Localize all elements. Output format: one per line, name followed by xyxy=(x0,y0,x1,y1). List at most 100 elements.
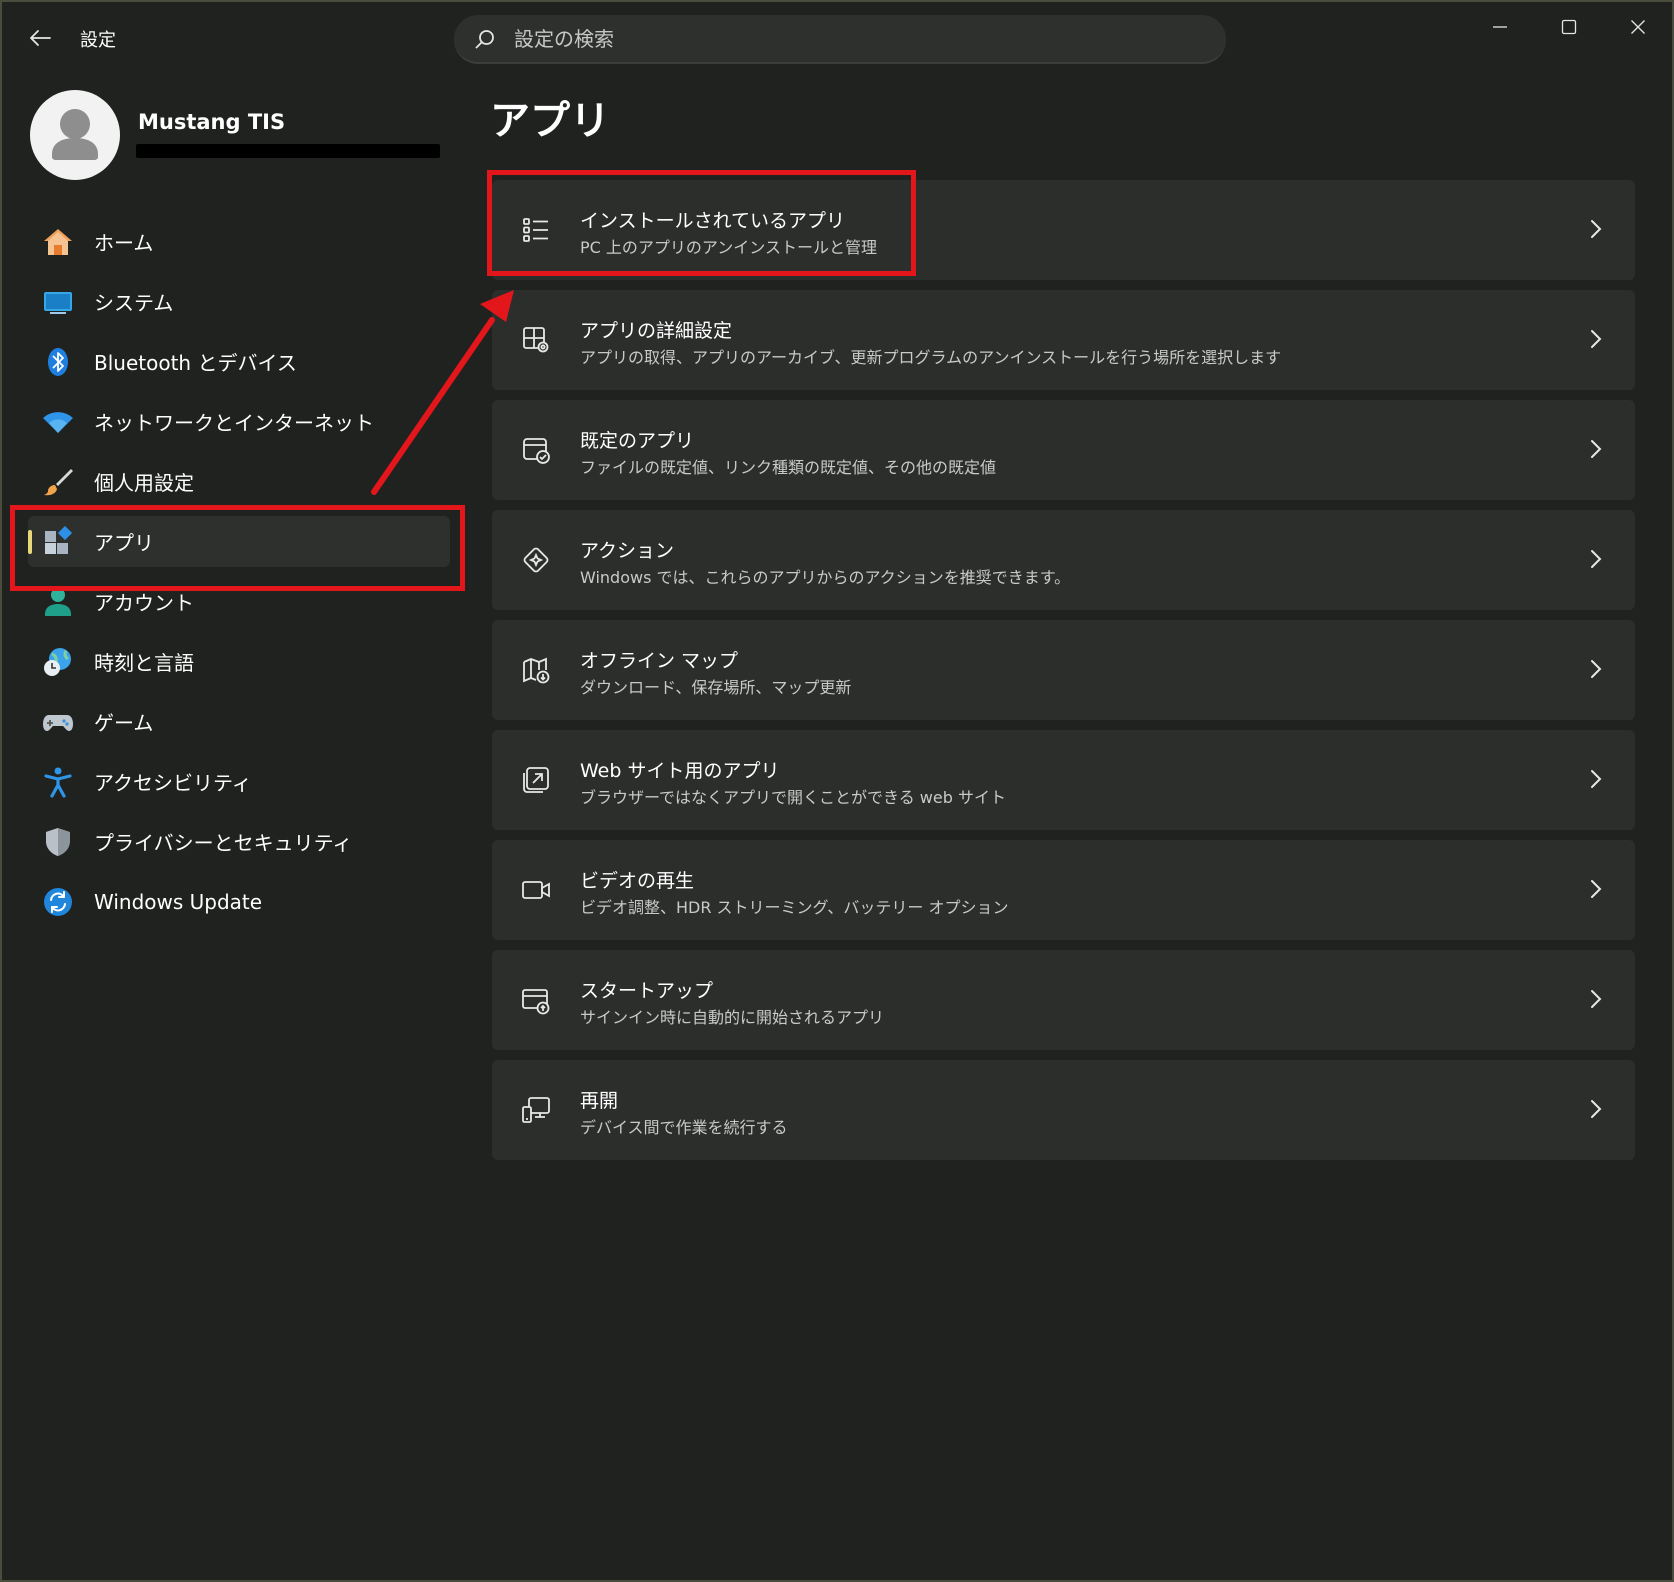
card-subtitle: PC 上のアプリのアンインストールと管理 xyxy=(580,238,877,257)
sidebar-item-privacy[interactable]: プライバシーとセキュリティ xyxy=(28,816,450,867)
bluetooth-icon xyxy=(42,346,74,378)
apps-icon xyxy=(42,525,74,558)
video-icon xyxy=(518,872,554,908)
chevron-right-icon xyxy=(1583,546,1609,572)
sidebar-item-label: 個人用設定 xyxy=(94,471,194,495)
chevron-right-icon xyxy=(1583,766,1609,792)
sidebar-item-network[interactable]: ネットワークとインターネット xyxy=(28,396,450,447)
maximize-button[interactable] xyxy=(1541,10,1597,44)
sidebar-item-label: ネットワークとインターネット xyxy=(94,411,374,435)
search-box[interactable] xyxy=(454,15,1226,64)
sidebar-item-label: Bluetooth とデバイス xyxy=(94,351,297,375)
card-installed-apps[interactable]: インストールされているアプリ PC 上のアプリのアンインストールと管理 xyxy=(492,180,1635,280)
sidebar-item-accounts[interactable]: アカウント xyxy=(28,576,450,627)
card-subtitle: アプリの取得、アプリのアーカイブ、更新プログラムのアンインストールを行う場所を選… xyxy=(580,348,1282,367)
sidebar-item-label: プライバシーとセキュリティ xyxy=(94,831,353,855)
shield-icon xyxy=(42,826,74,858)
actions-icon xyxy=(518,542,554,578)
sidebar-nav: ホーム システム Bluetooth とデバイス ネットワークとインターネット … xyxy=(28,216,450,936)
card-subtitle: デバイス間で作業を続行する xyxy=(580,1118,788,1137)
card-title: ビデオの再生 xyxy=(580,870,695,892)
sidebar-item-accessibility[interactable]: アクセシビリティ xyxy=(28,756,450,807)
sidebar-item-label: アカウント xyxy=(94,591,194,615)
chevron-right-icon xyxy=(1583,216,1609,242)
chevron-right-icon xyxy=(1583,986,1609,1012)
back-button[interactable] xyxy=(24,22,56,54)
gamepad-icon xyxy=(42,706,74,738)
card-title: オフライン マップ xyxy=(580,650,739,672)
card-title: 再開 xyxy=(580,1090,619,1112)
sidebar-item-label: アプリ xyxy=(94,531,154,555)
search-icon xyxy=(472,26,498,52)
card-video-playback[interactable]: ビデオの再生 ビデオ調整、HDR ストリーミング、バッテリー オプション xyxy=(492,840,1635,940)
card-advanced-app-settings[interactable]: アプリの詳細設定 アプリの取得、アプリのアーカイブ、更新プログラムのアンインスト… xyxy=(492,290,1635,390)
list-icon xyxy=(518,212,554,248)
sidebar-item-time-language[interactable]: 時刻と言語 xyxy=(28,636,450,687)
sidebar-item-personalization[interactable]: 個人用設定 xyxy=(28,456,450,507)
sidebar-item-system[interactable]: システム xyxy=(28,276,450,327)
chevron-right-icon xyxy=(1583,876,1609,902)
minimize-button[interactable] xyxy=(1472,10,1528,44)
chevron-right-icon xyxy=(1583,656,1609,682)
page-title: アプリ xyxy=(490,98,610,144)
startup-icon xyxy=(518,982,554,1018)
card-title: スタートアップ xyxy=(580,980,714,1002)
map-icon xyxy=(518,652,554,688)
chevron-right-icon xyxy=(1583,326,1609,352)
person-icon xyxy=(52,109,98,160)
sidebar-item-label: 時刻と言語 xyxy=(94,651,194,675)
sidebar-item-bluetooth[interactable]: Bluetooth とデバイス xyxy=(28,336,450,387)
app-title: 設定 xyxy=(80,30,116,51)
system-icon xyxy=(42,286,74,318)
card-subtitle: ファイルの既定値、リンク種類の既定値、その他の既定値 xyxy=(580,458,997,477)
account-icon xyxy=(42,586,74,618)
sidebar-item-label: ゲーム xyxy=(94,711,154,735)
settings-window: 設定 Mustang TIS xyxy=(0,0,1674,1582)
card-title: インストールされているアプリ xyxy=(580,210,846,232)
card-default-apps[interactable]: 既定のアプリ ファイルの既定値、リンク種類の既定値、その他の既定値 xyxy=(492,400,1635,500)
card-subtitle: ビデオ調整、HDR ストリーミング、バッテリー オプション xyxy=(580,898,1009,917)
card-title: Web サイト用のアプリ xyxy=(580,760,780,782)
brush-icon xyxy=(42,466,74,498)
back-arrow-icon xyxy=(30,30,51,46)
wifi-icon xyxy=(42,406,74,438)
user-name: Mustang TIS xyxy=(138,110,286,134)
card-startup[interactable]: スタートアップ サインイン時に自動的に開始されるアプリ xyxy=(492,950,1635,1050)
sidebar-item-home[interactable]: ホーム xyxy=(28,216,450,267)
avatar[interactable] xyxy=(30,90,120,180)
sidebar-item-label: システム xyxy=(94,291,174,315)
web-app-icon xyxy=(518,762,554,798)
update-icon xyxy=(42,886,74,918)
card-resume[interactable]: 再開 デバイス間で作業を続行する xyxy=(492,1060,1635,1160)
card-title: アプリの詳細設定 xyxy=(580,320,733,342)
card-subtitle: ブラウザーではなくアプリで開くことができる web サイト xyxy=(580,788,1006,807)
minimize-icon xyxy=(1493,26,1507,28)
search-input[interactable] xyxy=(514,26,1154,51)
sidebar-item-apps[interactable]: アプリ xyxy=(28,516,450,567)
home-icon xyxy=(42,226,74,258)
sidebar-item-label: Windows Update xyxy=(94,889,263,914)
card-offline-maps[interactable]: オフライン マップ ダウンロード、保存場所、マップ更新 xyxy=(492,620,1635,720)
sidebar-item-windows-update[interactable]: Windows Update xyxy=(28,876,450,927)
default-apps-icon xyxy=(518,432,554,468)
sidebar-item-label: アクセシビリティ xyxy=(94,771,252,795)
card-title: 既定のアプリ xyxy=(580,430,695,452)
maximize-icon xyxy=(1561,19,1577,35)
close-icon xyxy=(1631,20,1645,34)
redacted-email xyxy=(136,144,440,158)
settings-card-list: インストールされているアプリ PC 上のアプリのアンインストールと管理 アプリの… xyxy=(492,180,1635,1170)
app-settings-icon xyxy=(518,322,554,358)
card-subtitle: Windows では、これらのアプリからのアクションを推奨できます。 xyxy=(580,568,1071,587)
time-language-icon xyxy=(42,646,74,678)
card-subtitle: ダウンロード、保存場所、マップ更新 xyxy=(580,678,852,697)
accessibility-icon xyxy=(42,766,74,798)
card-actions[interactable]: アクション Windows では、これらのアプリからのアクションを推奨できます。 xyxy=(492,510,1635,610)
chevron-right-icon xyxy=(1583,436,1609,462)
card-apps-for-websites[interactable]: Web サイト用のアプリ ブラウザーではなくアプリで開くことができる web サ… xyxy=(492,730,1635,830)
card-title: アクション xyxy=(580,540,675,562)
chevron-right-icon xyxy=(1583,1096,1609,1122)
close-button[interactable] xyxy=(1610,10,1666,44)
sidebar-item-gaming[interactable]: ゲーム xyxy=(28,696,450,747)
card-subtitle: サインイン時に自動的に開始されるアプリ xyxy=(580,1008,885,1027)
sidebar-item-label: ホーム xyxy=(94,231,154,255)
